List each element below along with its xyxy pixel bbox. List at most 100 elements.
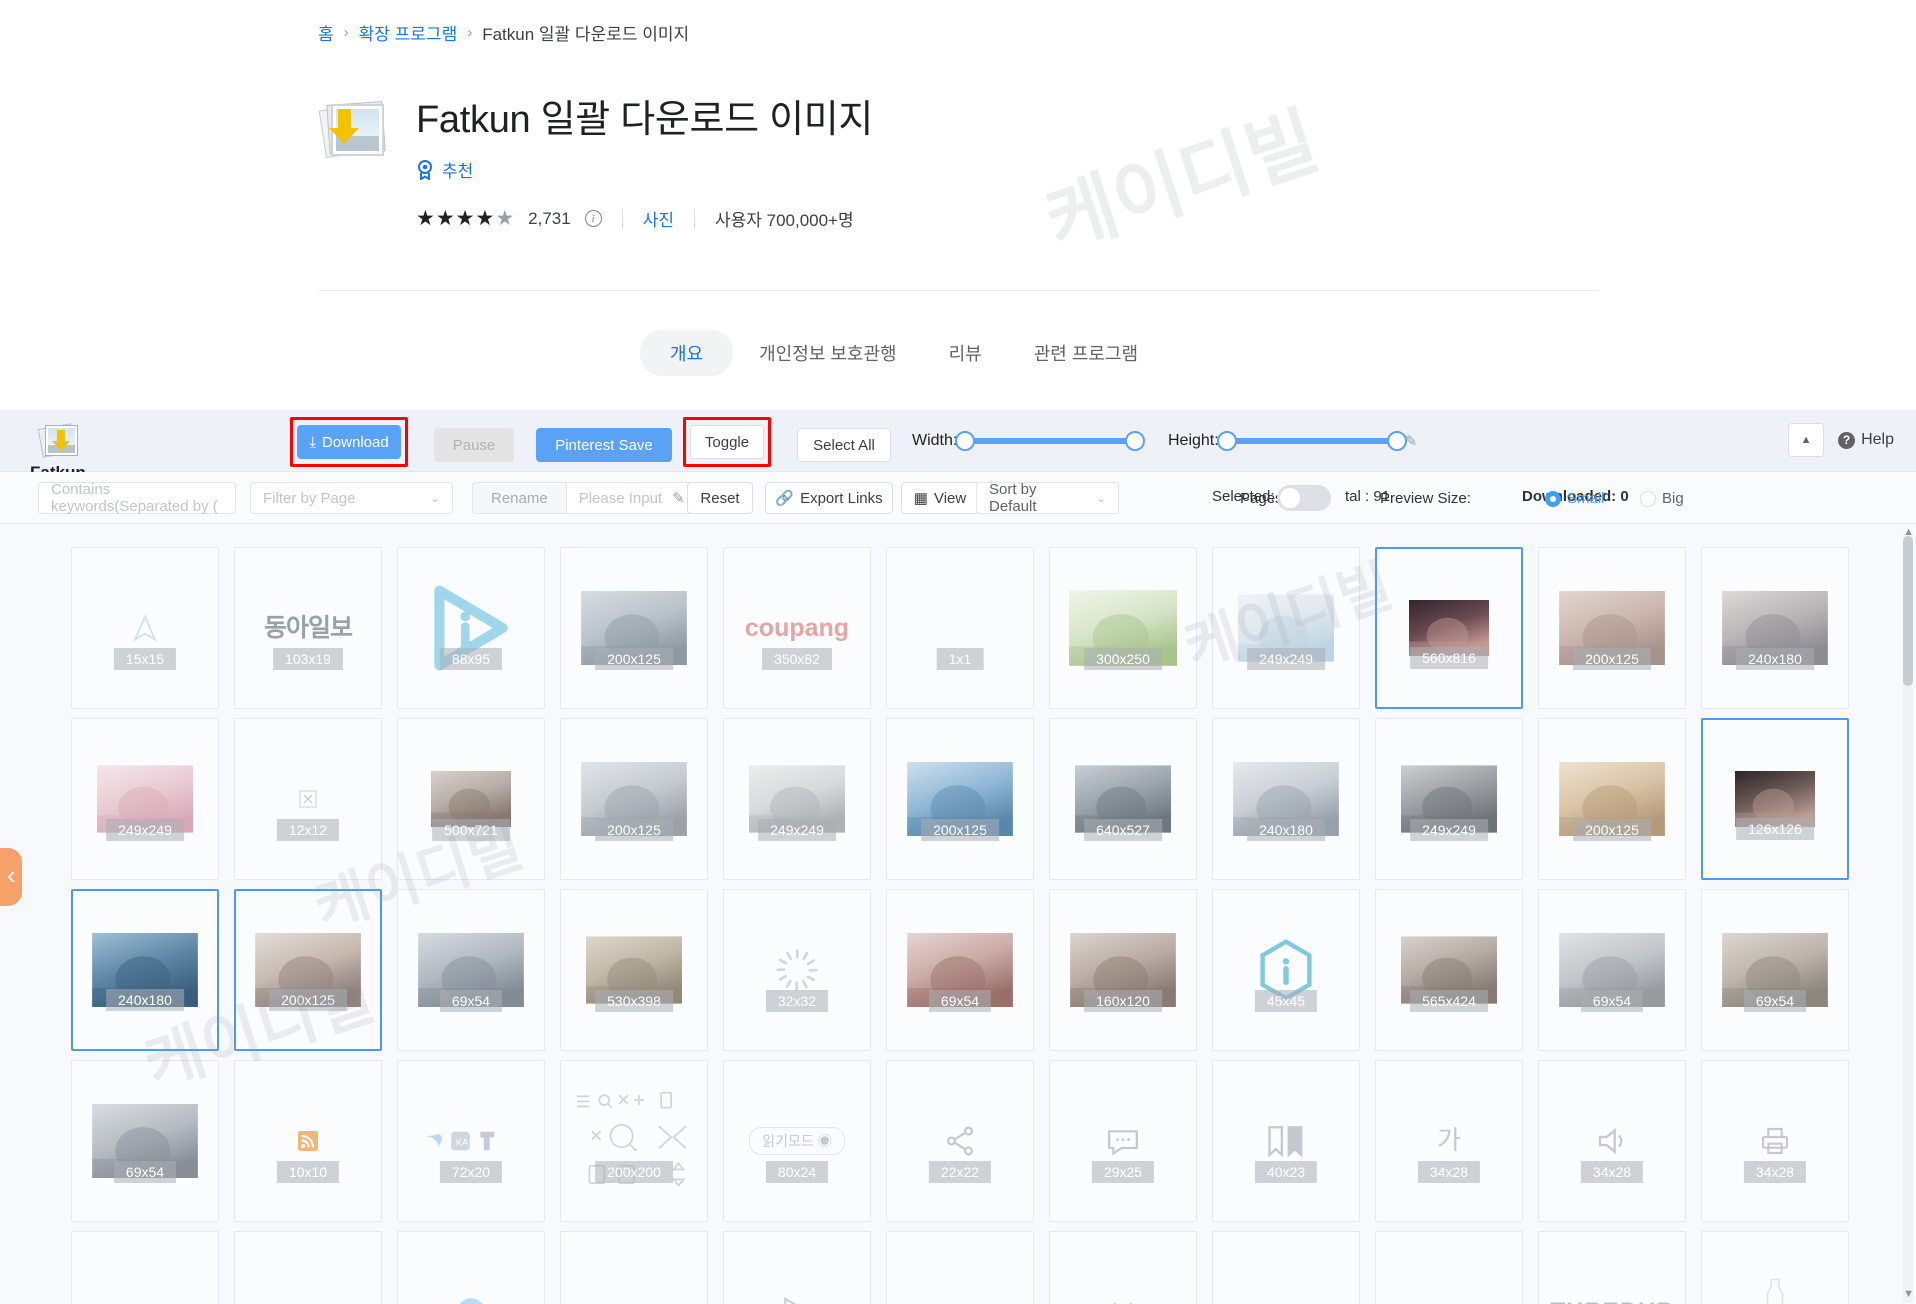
- scrollbar-thumb[interactable]: [1903, 536, 1913, 686]
- image-cell[interactable]: coupang 350x82: [723, 547, 871, 709]
- image-cell[interactable]: 200x200: [560, 1060, 708, 1222]
- breadcrumb-home[interactable]: 홈: [318, 20, 334, 45]
- toggle-button[interactable]: Toggle: [690, 425, 764, 459]
- image-cell[interactable]: 249x249: [723, 718, 871, 880]
- photo-elder-thumbnail: [398, 719, 544, 879]
- image-cell[interactable]: [397, 1231, 545, 1304]
- image-dimension-label: 22x22: [928, 1161, 992, 1183]
- scroll-down-icon[interactable]: ▼: [1903, 1288, 1914, 1300]
- image-cell-selected[interactable]: 240x180: [71, 889, 219, 1051]
- tab-privacy[interactable]: 개인정보 보호관행: [733, 330, 922, 376]
- keywords-input[interactable]: Contains keywords(Separated by (: [38, 481, 236, 515]
- preview-size-big-radio[interactable]: Big: [1640, 490, 1684, 507]
- image-cell[interactable]: KA 72x20: [397, 1060, 545, 1222]
- select-all-button[interactable]: Select All: [797, 428, 891, 462]
- image-cell-selected[interactable]: 126x126: [1701, 718, 1849, 880]
- image-cell[interactable]: AdChoices: [886, 1231, 1034, 1304]
- image-cell[interactable]: 240x180: [1701, 547, 1849, 709]
- image-cell[interactable]: 29x25: [1049, 1060, 1197, 1222]
- image-grid-container[interactable]: 15x15 동아일보 103x19 88x95 200x125 coupang 350x8…: [0, 525, 1916, 1304]
- image-cell[interactable]: THREDUP: [1538, 1231, 1686, 1304]
- export-links-button[interactable]: 🔗 Export Links: [765, 482, 893, 514]
- download-icon: ⤓: [309, 433, 316, 451]
- image-cell[interactable]: 1x1: [886, 547, 1034, 709]
- image-cell[interactable]: 240x180: [1212, 718, 1360, 880]
- reset-button[interactable]: Reset: [687, 482, 753, 514]
- pinterest-save-button[interactable]: Pinterest Save: [536, 428, 672, 462]
- image-cell[interactable]: 200x125: [1538, 718, 1686, 880]
- image-cell[interactable]: 32x32: [723, 889, 871, 1051]
- tab-reviews[interactable]: 리뷰: [923, 330, 1008, 376]
- image-cell[interactable]: 34x28: [1538, 1060, 1686, 1222]
- image-cell[interactable]: [234, 1231, 382, 1304]
- filter-by-page-select[interactable]: Filter by Page ⌄: [250, 482, 453, 514]
- download-button[interactable]: ⤓ Download: [297, 425, 401, 459]
- image-cell-selected[interactable]: 200x125: [234, 889, 382, 1051]
- image-cell[interactable]: 69x54: [886, 889, 1034, 1051]
- image-cell[interactable]: 640x527: [1049, 718, 1197, 880]
- adchoices-thumbnail: AdChoices: [887, 1232, 1033, 1304]
- help-link[interactable]: ? Help: [1838, 431, 1894, 449]
- height-slider[interactable]: [1216, 431, 1407, 451]
- image-cell[interactable]: 69x54: [397, 889, 545, 1051]
- image-cell[interactable]: [1375, 1231, 1523, 1304]
- pages-toggle[interactable]: [1277, 485, 1331, 511]
- image-cell[interactable]: 249x249: [1212, 547, 1360, 709]
- width-slider[interactable]: [955, 431, 1146, 451]
- width-slider-min-handle[interactable]: [955, 431, 976, 451]
- image-cell[interactable]: [1701, 1231, 1849, 1304]
- image-cell[interactable]: 200x125: [560, 718, 708, 880]
- image-dimension-label: 34x28: [1417, 1161, 1481, 1183]
- preview-size-label: Preview Size:: [1380, 490, 1471, 507]
- rename-input[interactable]: Please Input ✎: [565, 482, 698, 514]
- collapse-toolbar-button[interactable]: ▲: [1788, 423, 1825, 457]
- image-cell[interactable]: 22x22: [886, 1060, 1034, 1222]
- image-cell[interactable]: 가 34x28: [1375, 1060, 1523, 1222]
- sidebar-collapse-handle[interactable]: [0, 848, 22, 906]
- image-cell[interactable]: 69x54: [71, 1060, 219, 1222]
- image-cell[interactable]: 40x23: [1212, 1060, 1360, 1222]
- image-cell[interactable]: 12x12: [234, 718, 382, 880]
- image-cell[interactable]: 200x125: [1538, 547, 1686, 709]
- image-cell[interactable]: [723, 1231, 871, 1304]
- image-cell[interactable]: 200x125: [560, 547, 708, 709]
- image-cell[interactable]: 88x95: [397, 547, 545, 709]
- info-icon[interactable]: i: [584, 210, 602, 227]
- tab-related[interactable]: 관련 프로그램: [1008, 330, 1164, 376]
- image-cell[interactable]: 45x45: [1212, 889, 1360, 1051]
- image-cell[interactable]: 249x249: [1375, 718, 1523, 880]
- image-cell[interactable]: 249x249: [71, 718, 219, 880]
- height-label: Height:: [1168, 432, 1219, 449]
- image-cell[interactable]: 200x125: [886, 718, 1034, 880]
- image-cell[interactable]: 69x54: [1701, 889, 1849, 1051]
- image-cell[interactable]: 34x28: [1701, 1060, 1849, 1222]
- height-slider-min-handle[interactable]: [1216, 431, 1237, 451]
- photo-street-thumbnail: [561, 548, 707, 708]
- image-cell[interactable]: [1049, 1231, 1197, 1304]
- image-cell[interactable]: 15x15: [71, 547, 219, 709]
- preview-size-small-radio[interactable]: Small: [1545, 490, 1605, 507]
- image-cell[interactable]: 500x721: [397, 718, 545, 880]
- rename-button[interactable]: Rename: [472, 482, 566, 514]
- category-link[interactable]: 사진: [643, 206, 674, 231]
- image-cell[interactable]: 동아일보 103x19: [234, 547, 382, 709]
- sort-select[interactable]: Sort by Default ⌄: [976, 481, 1119, 515]
- breadcrumb-extensions[interactable]: 확장 프로그램: [359, 20, 458, 45]
- image-cell[interactable]: 530x398: [560, 889, 708, 1051]
- image-cell[interactable]: 10x10: [234, 1060, 382, 1222]
- image-cell-selected[interactable]: 560x816: [1375, 547, 1523, 709]
- view-button[interactable]: ▦ View: [901, 482, 979, 514]
- width-slider-max-handle[interactable]: [1125, 431, 1146, 451]
- height-slider-max-handle[interactable]: [1386, 431, 1407, 451]
- image-cell[interactable]: [560, 1231, 708, 1304]
- image-cell[interactable]: [71, 1231, 219, 1304]
- image-cell[interactable]: 160x120: [1049, 889, 1197, 1051]
- image-cell[interactable]: 69x54: [1538, 889, 1686, 1051]
- thredup-logo-thumbnail: THREDUP: [1539, 1232, 1685, 1304]
- image-cell[interactable]: 300x250: [1049, 547, 1197, 709]
- tab-overview[interactable]: 개요: [640, 330, 734, 376]
- image-cell[interactable]: 읽기모드 ◉ 80x24: [723, 1060, 871, 1222]
- image-cell[interactable]: [1212, 1231, 1360, 1304]
- scroll-up-icon[interactable]: ▲: [1903, 526, 1914, 538]
- image-cell[interactable]: 565x424: [1375, 889, 1523, 1051]
